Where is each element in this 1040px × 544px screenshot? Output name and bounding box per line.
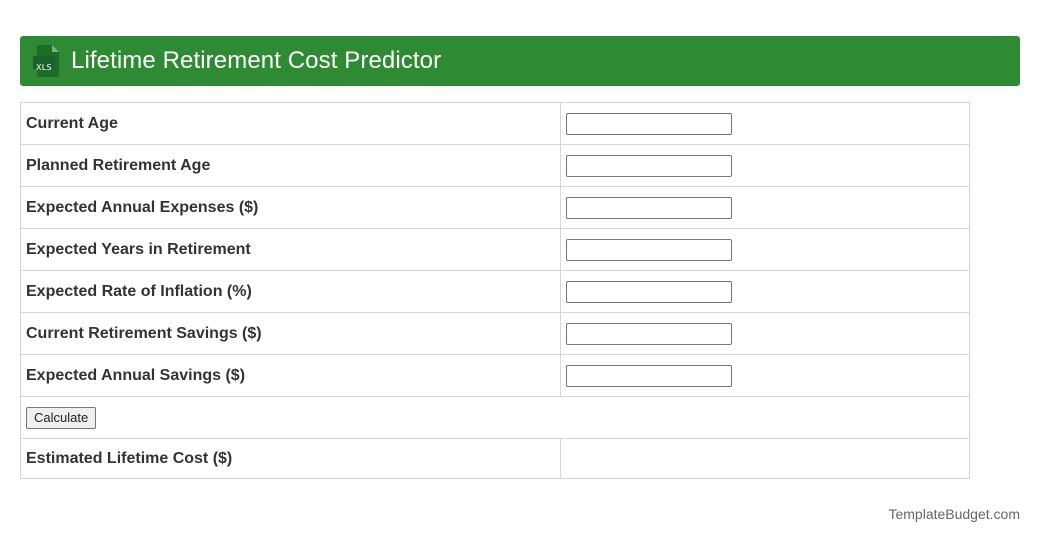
years-in-retirement-label: Expected Years in Retirement <box>20 228 561 271</box>
table-row: Expected Annual Savings ($) <box>20 354 970 397</box>
table-row: Expected Years in Retirement <box>20 228 970 271</box>
inflation-rate-label: Expected Rate of Inflation (%) <box>20 270 561 313</box>
calculate-button[interactable]: Calculate <box>26 406 97 429</box>
lifetime-cost-label: Estimated Lifetime Cost ($) <box>20 438 561 479</box>
annual-savings-label: Expected Annual Savings ($) <box>20 354 561 397</box>
lifetime-cost-value <box>560 438 970 479</box>
inflation-rate-input[interactable] <box>566 280 732 303</box>
footer-credit: TemplateBudget.com <box>888 506 1020 522</box>
table-row: Current Age <box>20 102 970 145</box>
xls-file-icon: XLS <box>32 44 62 78</box>
table-row: Expected Rate of Inflation (%) <box>20 270 970 313</box>
page-title: Lifetime Retirement Cost Predictor <box>71 47 442 74</box>
calculator-table: Current Age Planned Retirement Age Expec… <box>20 102 970 479</box>
xls-icon-text: XLS <box>36 63 52 72</box>
table-row: Planned Retirement Age <box>20 144 970 187</box>
retirement-age-input[interactable] <box>566 154 732 177</box>
annual-expenses-label: Expected Annual Expenses ($) <box>20 186 561 229</box>
current-savings-input[interactable] <box>566 322 732 345</box>
table-row: Expected Annual Expenses ($) <box>20 186 970 229</box>
result-row: Estimated Lifetime Cost ($) <box>20 438 970 479</box>
table-row: Current Retirement Savings ($) <box>20 312 970 355</box>
current-age-label: Current Age <box>20 102 561 145</box>
retirement-age-label: Planned Retirement Age <box>20 144 561 187</box>
annual-savings-input[interactable] <box>566 364 732 387</box>
page-header: XLS Lifetime Retirement Cost Predictor <box>20 36 1020 86</box>
table-row: Calculate <box>20 396 970 439</box>
years-in-retirement-input[interactable] <box>566 238 732 261</box>
annual-expenses-input[interactable] <box>566 196 732 219</box>
current-age-input[interactable] <box>566 112 732 135</box>
current-savings-label: Current Retirement Savings ($) <box>20 312 561 355</box>
